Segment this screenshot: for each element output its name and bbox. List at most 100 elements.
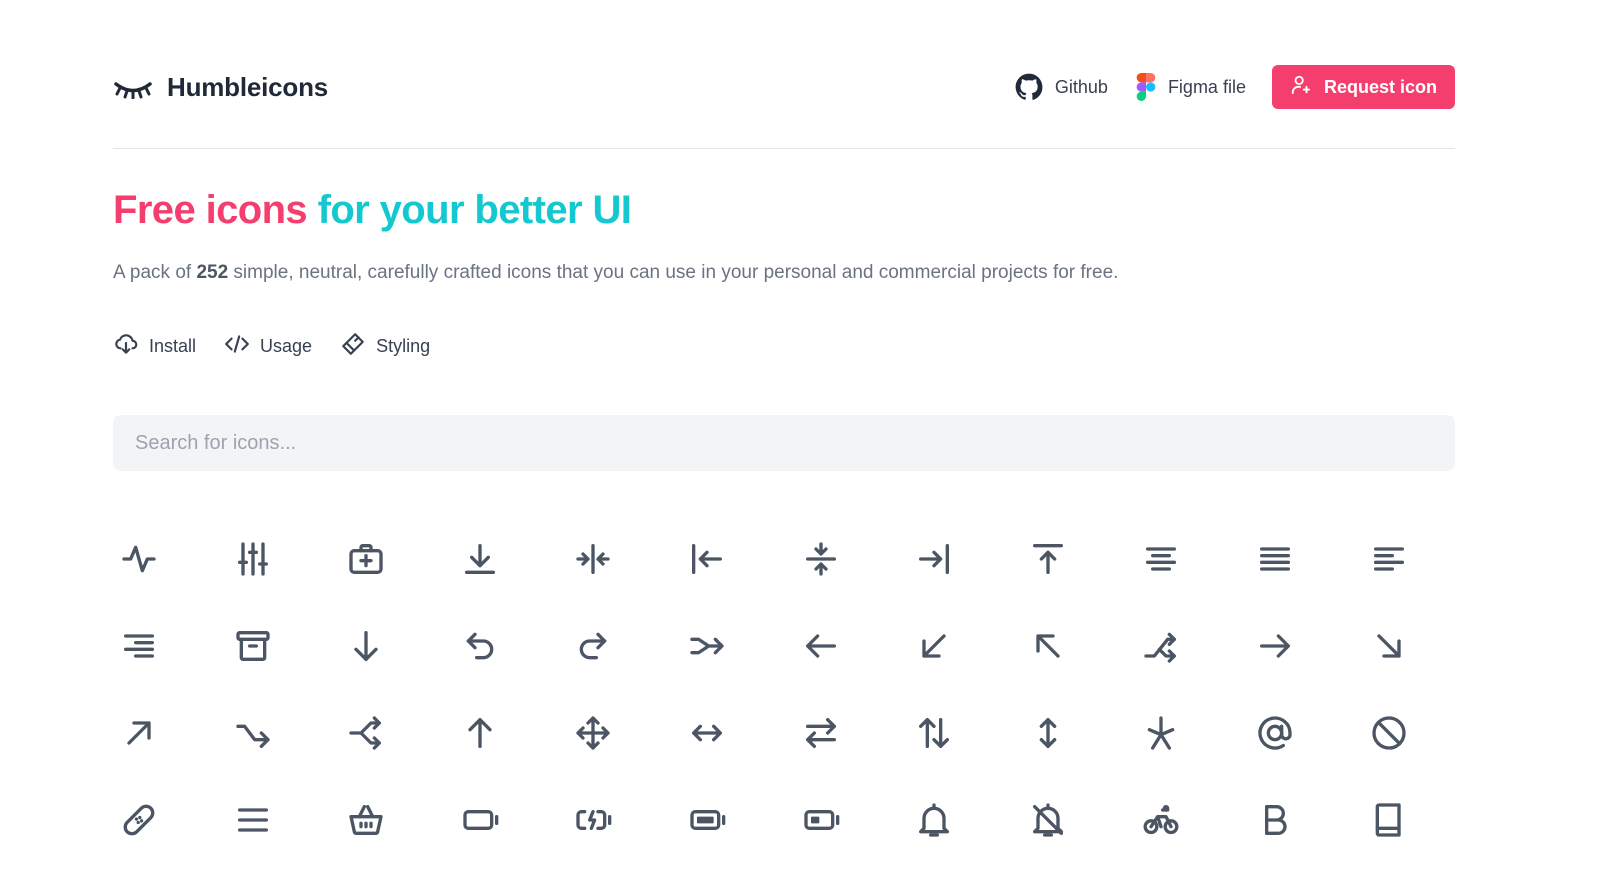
icon-tile[interactable] xyxy=(1022,602,1136,689)
request-icon-button[interactable]: Request icon xyxy=(1271,65,1455,109)
icon-tile[interactable] xyxy=(908,602,1022,689)
icon-tile[interactable] xyxy=(1022,689,1136,776)
text-align-right-icon xyxy=(119,626,159,666)
icon-tile[interactable] xyxy=(113,602,227,689)
icon-tile[interactable] xyxy=(681,515,795,602)
icon-tile[interactable] xyxy=(795,515,909,602)
icon-tile[interactable] xyxy=(681,689,795,776)
align-center-horizontal-icon xyxy=(573,539,613,579)
styling-label: Styling xyxy=(376,336,431,356)
usage-label: Usage xyxy=(260,336,313,356)
usage-link[interactable]: Usage xyxy=(224,331,312,362)
icon-tile[interactable] xyxy=(227,689,341,776)
icon-tile[interactable] xyxy=(908,776,1022,863)
arrow-left-up-icon xyxy=(1028,626,1068,666)
icon-tile[interactable] xyxy=(454,776,568,863)
icon-tile[interactable] xyxy=(795,776,909,863)
figma-link[interactable]: Figma file xyxy=(1136,73,1246,101)
text-align-justify-icon xyxy=(1255,539,1295,579)
icon-tile[interactable] xyxy=(340,689,454,776)
icon-tile[interactable] xyxy=(1363,602,1477,689)
text-align-left-icon xyxy=(1369,539,1409,579)
battery-charging-icon xyxy=(573,800,613,840)
icon-tile[interactable] xyxy=(567,689,681,776)
icon-tile[interactable] xyxy=(454,602,568,689)
download-alt-icon xyxy=(460,539,500,579)
install-link[interactable]: Install xyxy=(113,331,196,362)
github-icon xyxy=(1015,73,1043,101)
icon-tile[interactable] xyxy=(227,602,341,689)
icon-tile[interactable] xyxy=(1022,776,1136,863)
book-icon xyxy=(1369,800,1409,840)
figma-label: Figma file xyxy=(1167,76,1246,97)
icon-tile[interactable] xyxy=(454,689,568,776)
doc-links: Install Usage Styling xyxy=(113,331,430,362)
arrows-move-icon xyxy=(573,713,613,753)
icon-tile[interactable] xyxy=(1022,515,1136,602)
arrow-split-left-icon xyxy=(346,713,386,753)
arrow-left-down-icon xyxy=(914,626,954,666)
icon-tile[interactable] xyxy=(1135,515,1249,602)
icon-tile[interactable] xyxy=(795,689,909,776)
styling-link[interactable]: Styling xyxy=(340,331,430,362)
icon-tile[interactable] xyxy=(113,776,227,863)
arrow-up-icon xyxy=(460,713,500,753)
bandage-icon xyxy=(119,800,159,840)
icon-tile[interactable] xyxy=(1135,602,1249,689)
desc-before: A pack of xyxy=(113,262,197,283)
icon-tile[interactable] xyxy=(908,515,1022,602)
desc-after: simple, neutral, carefully crafted icons… xyxy=(228,262,1119,283)
bars-icon xyxy=(233,800,273,840)
arrow-go-back-icon xyxy=(460,626,500,666)
battery-empty-icon xyxy=(460,800,500,840)
icon-tile[interactable] xyxy=(113,515,227,602)
icon-tile[interactable] xyxy=(113,689,227,776)
adjustments-icon xyxy=(233,539,273,579)
arrow-split-icon xyxy=(1141,626,1181,666)
icon-tile[interactable] xyxy=(1363,515,1477,602)
brand[interactable]: Humbleicons xyxy=(113,72,328,103)
request-icon-label: Request icon xyxy=(1323,76,1437,97)
aid-kit-icon xyxy=(346,539,386,579)
arrow-right-down-icon xyxy=(1369,626,1409,666)
icon-grid xyxy=(113,515,1473,863)
header-divider xyxy=(113,148,1455,149)
icon-tile[interactable] xyxy=(1135,776,1249,863)
icon-tile[interactable] xyxy=(1363,776,1477,863)
github-link[interactable]: Github xyxy=(1015,73,1108,101)
icon-tile[interactable] xyxy=(340,515,454,602)
icon-tile[interactable] xyxy=(1249,689,1363,776)
activity-icon xyxy=(119,539,159,579)
icon-tile[interactable] xyxy=(681,776,795,863)
icon-tile[interactable] xyxy=(567,515,681,602)
icon-tile[interactable] xyxy=(1363,689,1477,776)
archive-icon xyxy=(233,626,273,666)
icon-tile[interactable] xyxy=(1249,515,1363,602)
icon-tile[interactable] xyxy=(567,776,681,863)
title-highlight: Free icons xyxy=(113,188,308,232)
icon-tile[interactable] xyxy=(1249,602,1363,689)
icon-tile[interactable] xyxy=(567,602,681,689)
closed-eye-icon xyxy=(113,75,153,99)
bicycle-icon xyxy=(1141,800,1181,840)
search-input[interactable] xyxy=(113,415,1455,471)
text-align-center-icon xyxy=(1141,539,1181,579)
icon-tile[interactable] xyxy=(340,776,454,863)
page-title: Free icons for your better UI xyxy=(113,188,632,233)
at-symbol-icon xyxy=(1255,713,1295,753)
arrow-right-icon xyxy=(1255,626,1295,666)
icon-tile[interactable] xyxy=(227,776,341,863)
icon-tile[interactable] xyxy=(454,515,568,602)
cloud-download-icon xyxy=(113,331,139,362)
icon-tile[interactable] xyxy=(227,515,341,602)
icon-tile[interactable] xyxy=(1135,689,1249,776)
ban-icon xyxy=(1369,713,1409,753)
arrow-right-up-icon xyxy=(119,713,159,753)
icon-tile[interactable] xyxy=(681,602,795,689)
icon-tile[interactable] xyxy=(340,602,454,689)
icon-tile[interactable] xyxy=(908,689,1022,776)
icon-tile[interactable] xyxy=(795,602,909,689)
asterisk-icon xyxy=(1141,713,1181,753)
figma-icon xyxy=(1136,73,1156,101)
icon-tile[interactable] xyxy=(1249,776,1363,863)
